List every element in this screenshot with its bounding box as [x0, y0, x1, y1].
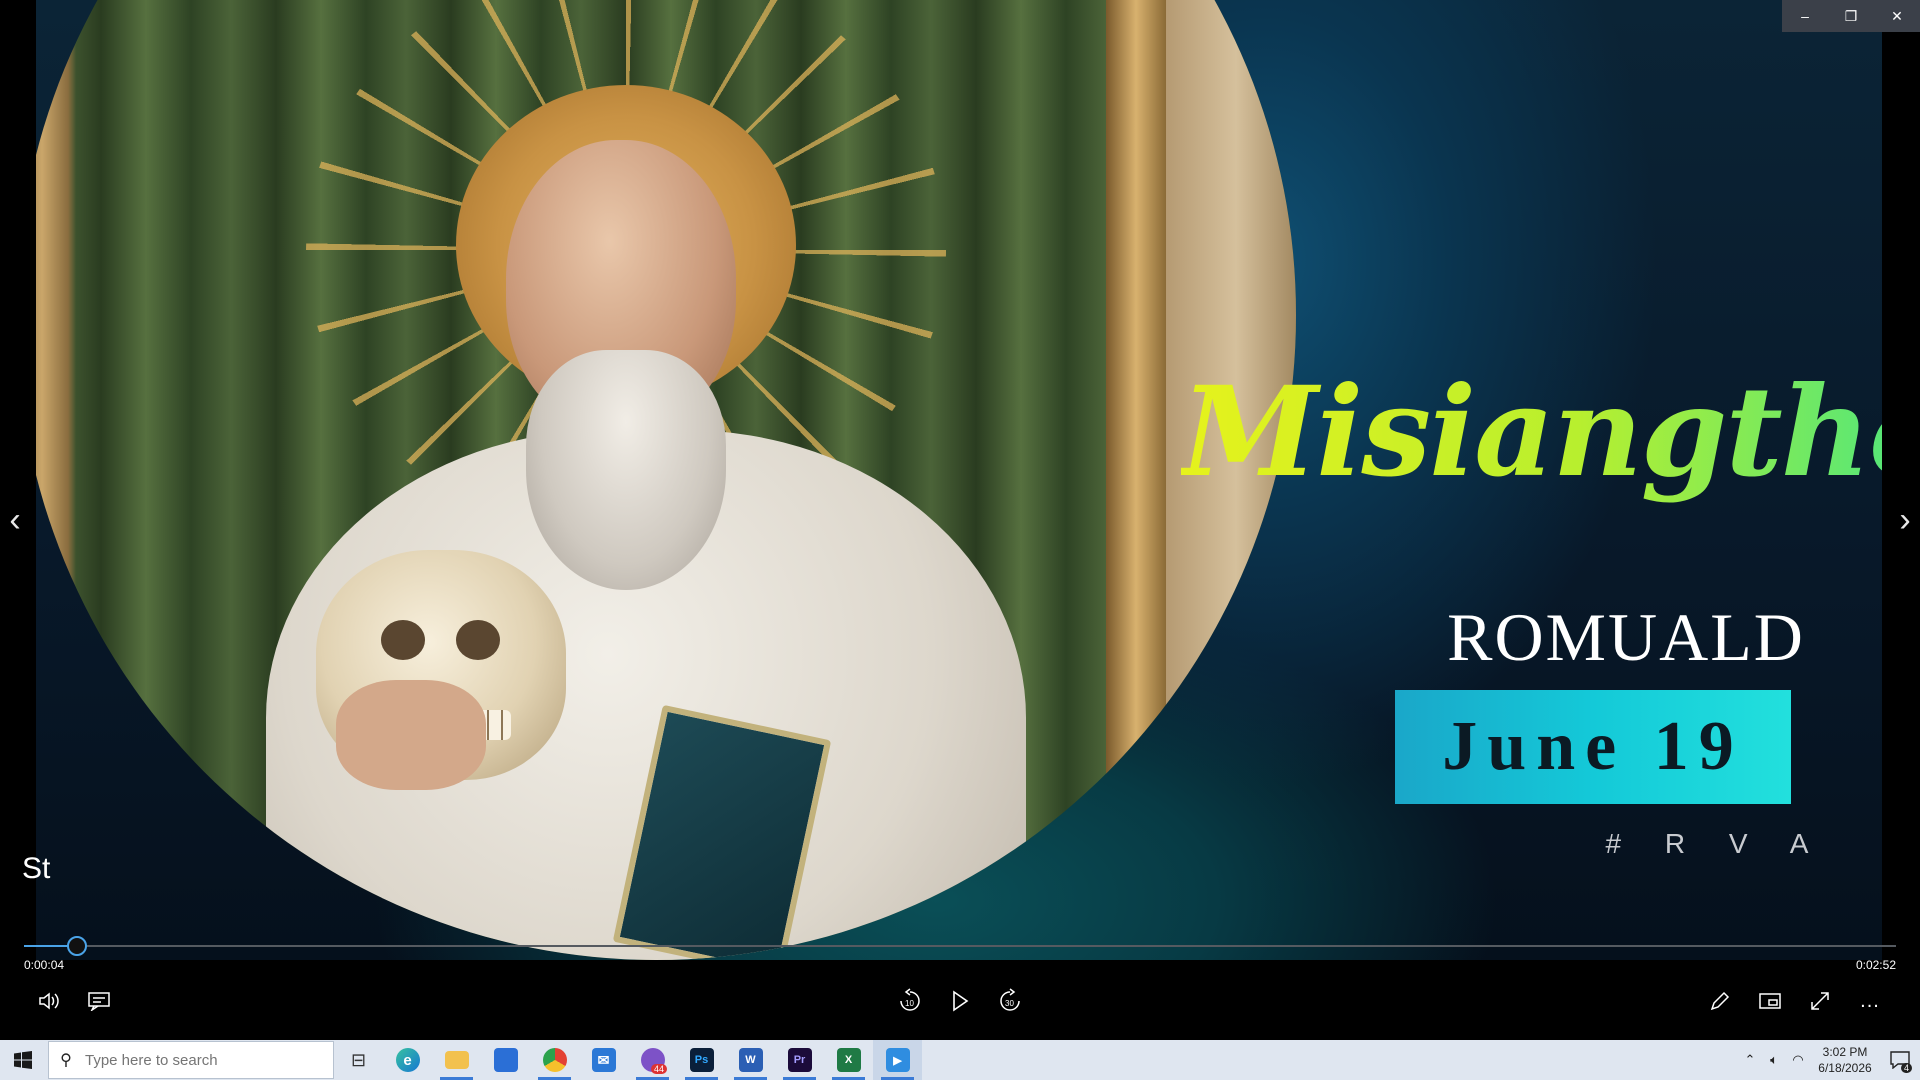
- skull-eye-right: [456, 620, 500, 660]
- excel-button[interactable]: X: [824, 1040, 873, 1080]
- video-frame[interactable]: Misiangtho ROMUALD June 19 # R V A: [36, 0, 1882, 960]
- skull-eye-left: [381, 620, 425, 660]
- current-time: 0:00:04: [24, 958, 65, 972]
- volume-tray-button[interactable]: 🔈︎: [1762, 1040, 1786, 1080]
- wifi-icon: ◠: [1792, 1052, 1804, 1067]
- photoshop-button[interactable]: Ps: [677, 1040, 726, 1080]
- excel-icon: X: [836, 1048, 861, 1072]
- chrome-icon: [542, 1048, 567, 1072]
- word-icon: W: [738, 1048, 763, 1072]
- hashtag: # R V A: [1605, 828, 1827, 859]
- edge-icon: e: [395, 1048, 420, 1072]
- notifications-button[interactable]: 4: [1880, 1040, 1920, 1080]
- window-controls: – ❐ ✕: [1782, 0, 1920, 32]
- restore-button[interactable]: ❐: [1828, 0, 1874, 32]
- mail-icon: ✉: [591, 1048, 616, 1072]
- subtitles-button[interactable]: [82, 984, 116, 1018]
- rewind-seconds: 10: [905, 999, 914, 1008]
- fullscreen-icon: [1811, 992, 1829, 1010]
- video-title-script: Misiangtho: [1181, 360, 1882, 505]
- edit-button[interactable]: [1703, 984, 1737, 1018]
- notification-count: 4: [1900, 1063, 1912, 1073]
- store-button[interactable]: [481, 1040, 530, 1080]
- rewind-icon: 10: [900, 988, 920, 1011]
- pencil-icon: [1710, 991, 1730, 1011]
- system-tray: ⌃ 🔈︎ ◠ 3:02 PM 6/18/2026 4: [1738, 1040, 1920, 1080]
- total-time: 0:02:52: [1855, 958, 1896, 972]
- show-hidden-icons-button[interactable]: ⌃: [1738, 1040, 1762, 1080]
- search-input[interactable]: [83, 1050, 317, 1070]
- date-banner: June 19: [1395, 690, 1791, 804]
- search-icon: ⚲: [60, 1052, 72, 1069]
- hand: [336, 680, 486, 790]
- folder-icon: [444, 1051, 469, 1069]
- clock-date: 6/18/2026: [1818, 1061, 1872, 1075]
- volume-button[interactable]: [32, 984, 66, 1018]
- speaker-icon: 🔈︎: [1770, 1052, 1778, 1067]
- network-button[interactable]: ◠: [1786, 1040, 1810, 1080]
- taskbar: ⚲ ⊟ e ✉ 44 Ps W Pr X ▶ ⌃ 🔈︎ ◠ 3:02 PM 6/…: [0, 1040, 1920, 1080]
- saint-painting: [36, 0, 1296, 960]
- forward-30-button[interactable]: 30: [993, 984, 1027, 1018]
- forward-seconds: 30: [1005, 999, 1014, 1008]
- task-view-icon: ⊟: [350, 1049, 367, 1070]
- next-media-button[interactable]: ›: [1890, 498, 1920, 542]
- media-player-button[interactable]: ▶: [873, 1040, 922, 1080]
- play-button[interactable]: [943, 984, 977, 1018]
- task-view-button[interactable]: ⊟: [334, 1040, 383, 1080]
- viber-button[interactable]: 44: [628, 1040, 677, 1080]
- premiere-icon: Pr: [787, 1048, 812, 1072]
- play-icon: [953, 990, 969, 1012]
- chrome-button[interactable]: [530, 1040, 579, 1080]
- saint-beard: [526, 350, 726, 590]
- chevron-up-icon: ⌃: [1744, 1052, 1756, 1067]
- taskbar-search[interactable]: ⚲: [48, 1041, 334, 1079]
- more-options-button[interactable]: ...: [1853, 984, 1887, 1018]
- windows-icon: [14, 1051, 32, 1069]
- feast-date: June 19: [1442, 708, 1744, 785]
- media-player-icon: ▶: [885, 1048, 910, 1072]
- word-button[interactable]: W: [726, 1040, 775, 1080]
- rewind-10-button[interactable]: 10: [893, 984, 927, 1018]
- fullscreen-button[interactable]: [1803, 984, 1837, 1018]
- photoshop-icon: Ps: [689, 1048, 714, 1072]
- start-button[interactable]: [0, 1040, 46, 1080]
- premiere-button[interactable]: Pr: [775, 1040, 824, 1080]
- previous-media-button[interactable]: ‹: [0, 498, 30, 542]
- clock[interactable]: 3:02 PM 6/18/2026: [1810, 1044, 1880, 1076]
- close-button[interactable]: ✕: [1874, 0, 1920, 32]
- viber-badge: 44: [650, 1064, 667, 1074]
- subtitles-icon: [88, 992, 110, 1011]
- file-explorer-button[interactable]: [432, 1040, 481, 1080]
- clock-time: 3:02 PM: [1822, 1045, 1868, 1059]
- store-icon: [493, 1048, 518, 1072]
- forward-icon: 30: [1000, 988, 1020, 1011]
- seek-bar[interactable]: [24, 936, 1896, 956]
- mail-button[interactable]: ✉: [579, 1040, 628, 1080]
- media-player-window: Misiangtho ROMUALD June 19 # R V A – ❐ ✕…: [0, 0, 1920, 1080]
- minimize-button[interactable]: –: [1782, 0, 1828, 32]
- volume-icon: [39, 992, 59, 1010]
- caption-text: St: [22, 852, 51, 885]
- gold-frame-right: [1106, 0, 1166, 960]
- saint-name: ROMUALD: [1447, 599, 1805, 675]
- miniplayer-icon: [1759, 993, 1781, 1009]
- edge-button[interactable]: e: [383, 1040, 432, 1080]
- miniplayer-button[interactable]: [1753, 984, 1787, 1018]
